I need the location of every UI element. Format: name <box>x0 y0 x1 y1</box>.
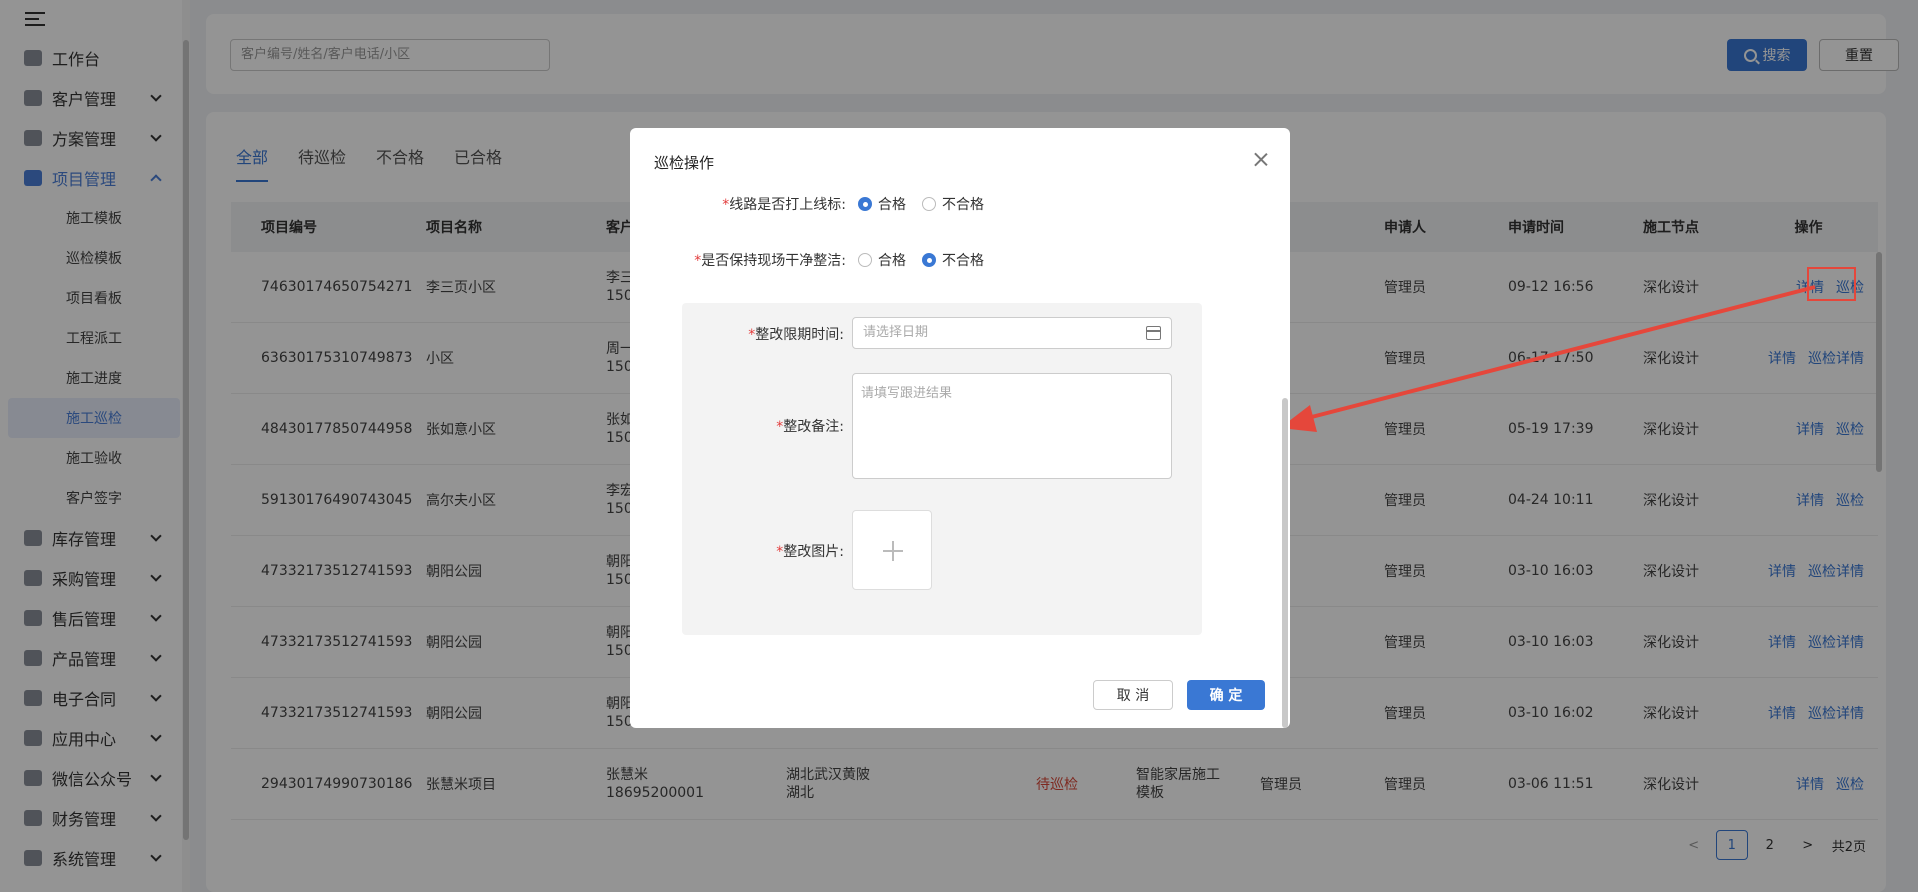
remark-textarea[interactable]: 请填写跟进结果 <box>852 373 1172 479</box>
radio-fail[interactable]: 不合格 <box>922 250 984 270</box>
form-row-image: *整改图片: <box>776 544 844 560</box>
form-row-site-clean: *是否保持现场干净整洁: 合格 不合格 <box>650 250 1000 270</box>
inspection-modal: 巡检操作 *线路是否打上线标: 合格 不合格 *是否保持现场干净整洁: 合格 不… <box>630 128 1290 728</box>
annotation-highlight-box <box>1807 267 1856 301</box>
radio-checked-icon <box>858 197 872 211</box>
radio-fail[interactable]: 不合格 <box>922 194 984 214</box>
radio-checked-icon <box>922 253 936 267</box>
form-row-deadline: *整改限期时间: <box>748 327 844 343</box>
radio-unchecked-icon <box>858 253 872 267</box>
confirm-button[interactable]: 确 定 <box>1187 680 1265 710</box>
calendar-icon <box>1146 326 1161 340</box>
radio-unchecked-icon <box>922 197 936 211</box>
radio-pass[interactable]: 合格 <box>858 250 906 270</box>
form-row-remark: *整改备注: <box>776 419 844 435</box>
cancel-button[interactable]: 取 消 <box>1093 680 1173 710</box>
radio-group-site-clean: 合格 不合格 <box>858 250 1000 270</box>
close-icon[interactable] <box>1254 152 1268 166</box>
modal-scroll-thumb[interactable] <box>1282 398 1288 728</box>
modal-title: 巡检操作 <box>654 154 715 172</box>
image-upload-plus-icon[interactable] <box>852 510 932 590</box>
radio-group-line-label: 合格 不合格 <box>858 194 1000 214</box>
radio-pass[interactable]: 合格 <box>858 194 906 214</box>
modal-scrollbar[interactable] <box>1282 198 1290 728</box>
form-row-line-label: *线路是否打上线标: 合格 不合格 <box>650 194 1000 214</box>
deadline-date-picker[interactable]: 请选择日期 <box>852 317 1172 349</box>
